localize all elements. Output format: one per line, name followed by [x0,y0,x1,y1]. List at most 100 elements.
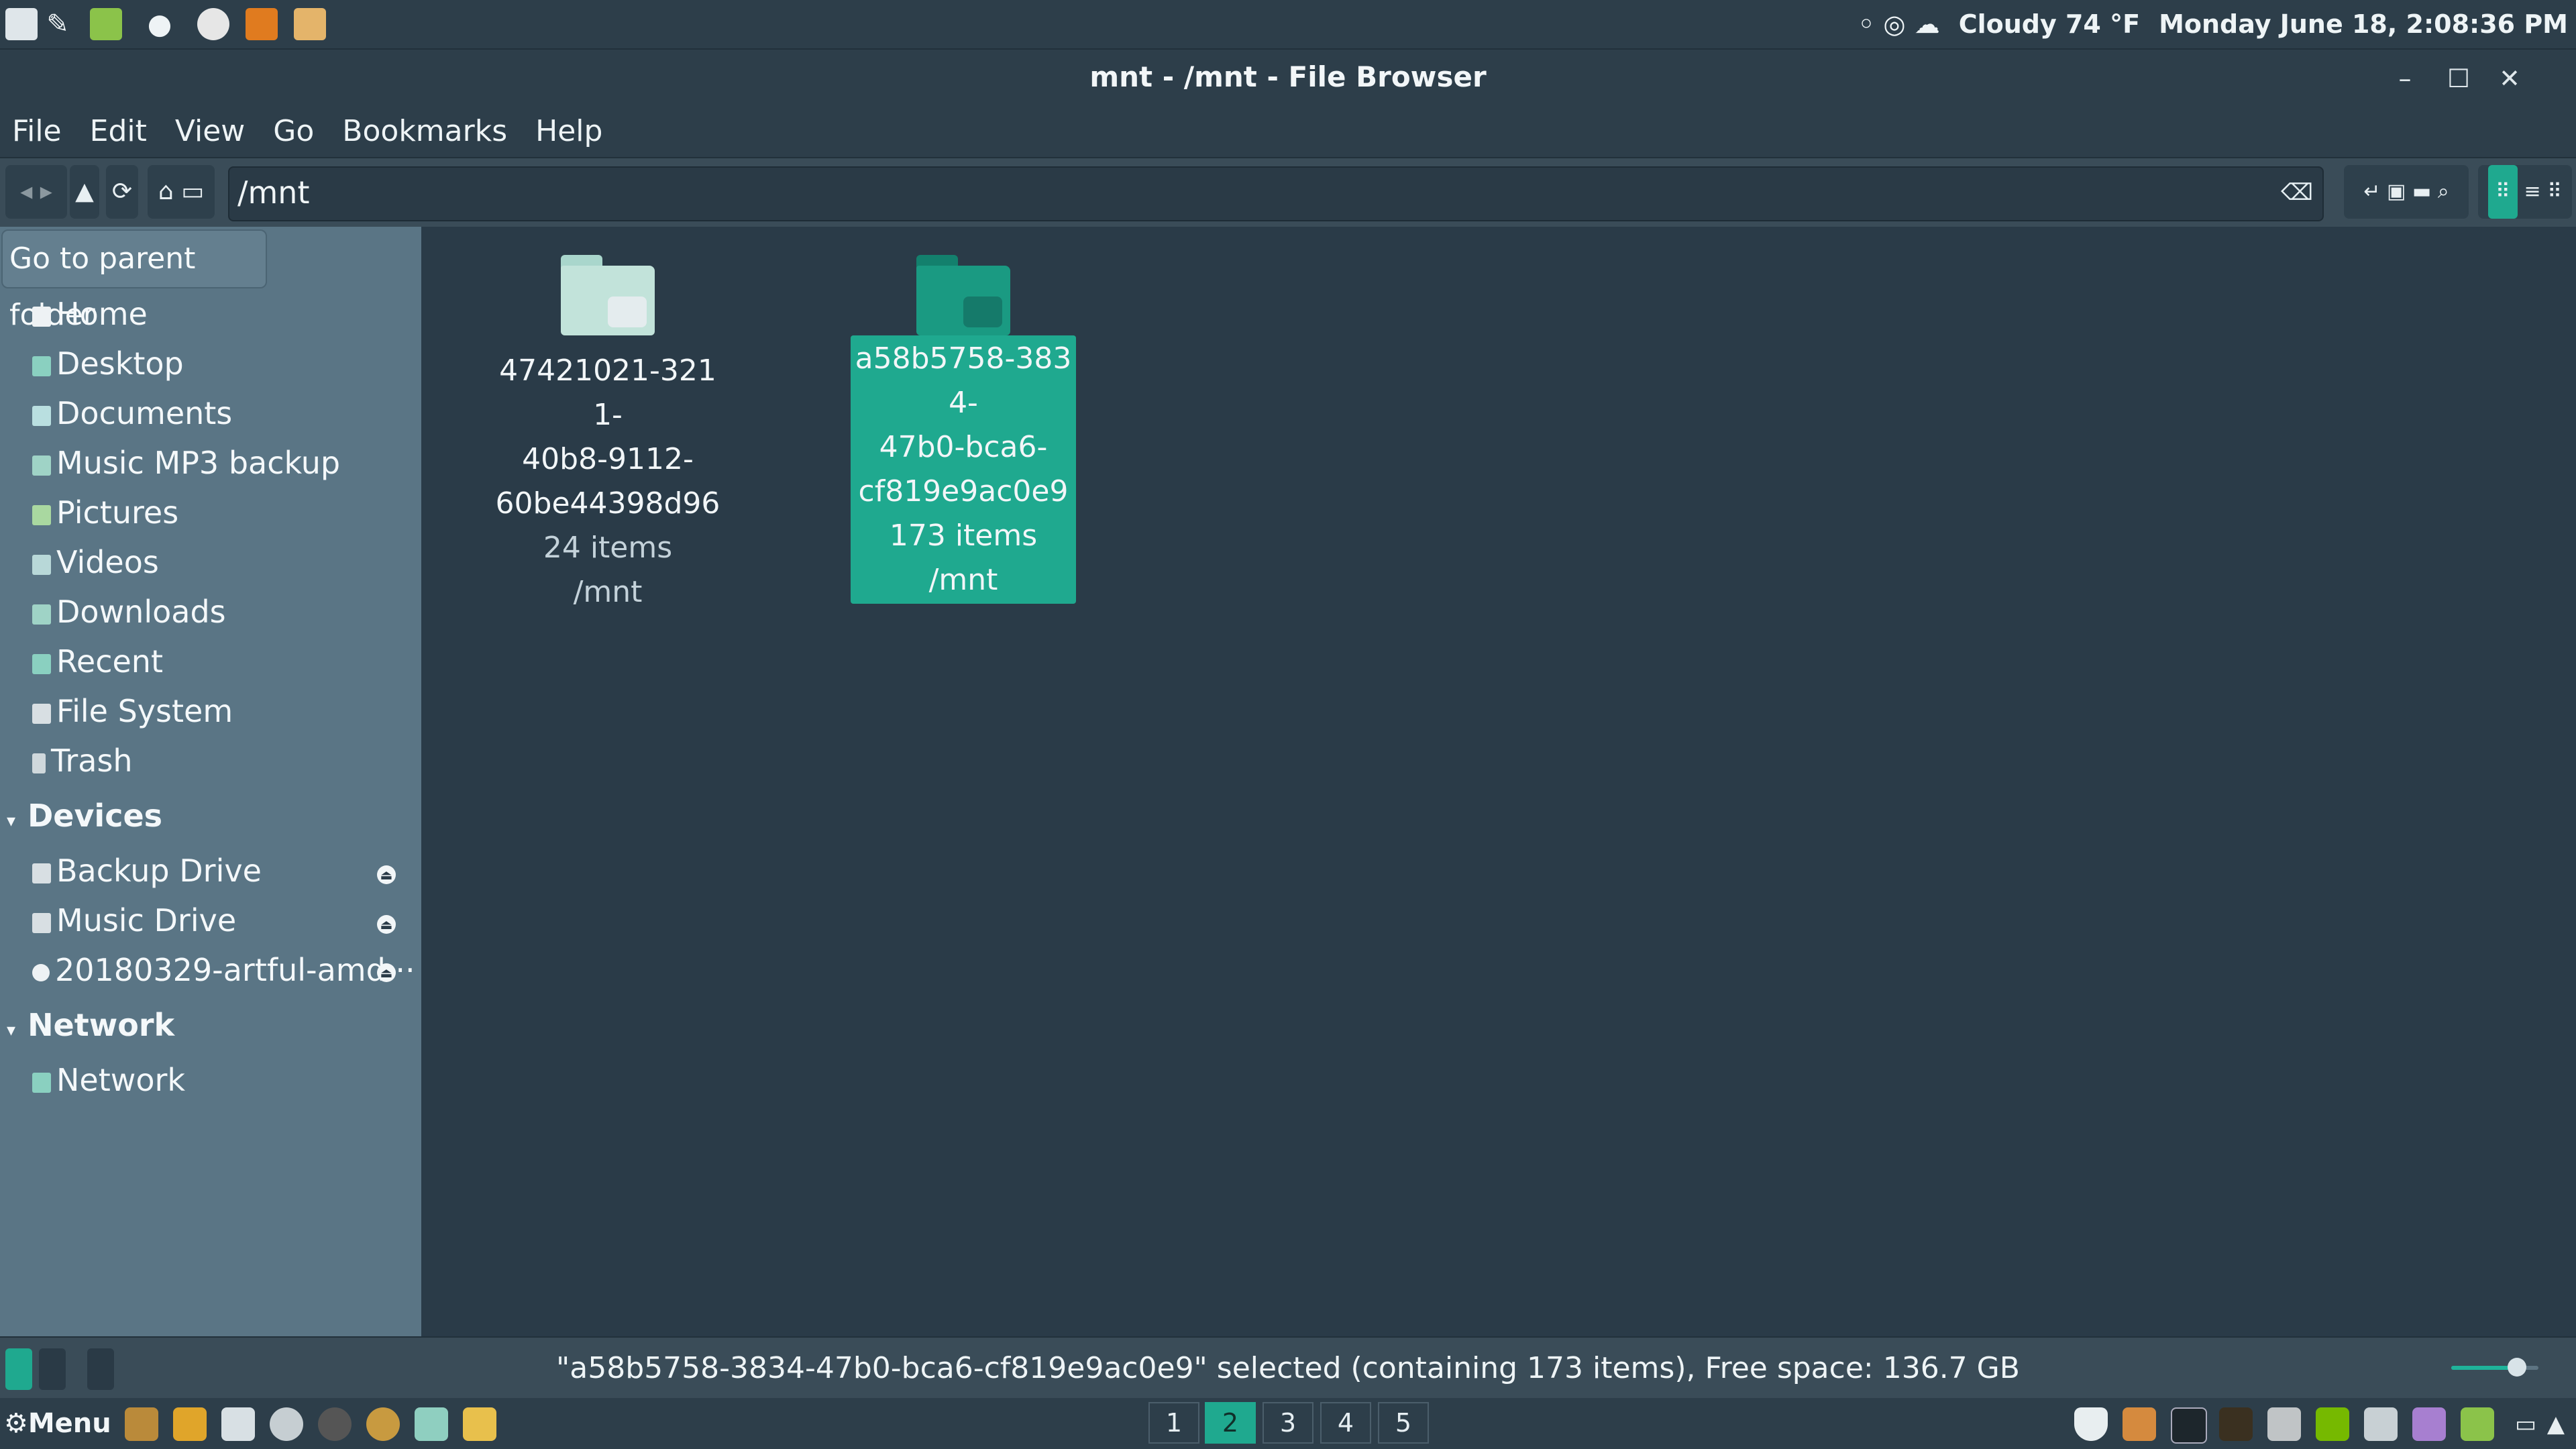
documents-folder-icon [32,405,51,426]
sidebar-item-documents[interactable]: Documents [32,389,232,437]
forward-icon[interactable]: ▸ [40,178,52,205]
close-icon[interactable]: ✕ [2493,62,2526,95]
screenshot-icon[interactable] [294,8,326,40]
clock[interactable]: Monday June 18, 2:08:36 PM [2159,9,2568,39]
sidebar-item-network[interactable]: Network [32,1056,185,1104]
menu-file[interactable]: File [12,114,62,148]
sidebar-item-label: Recent [56,643,163,680]
eject-icon[interactable]: ⏏ [377,963,396,982]
color-picker-icon[interactable] [2123,1407,2156,1441]
menu-edit[interactable]: Edit [90,114,147,148]
folder-drive-icon [916,255,1010,335]
chat-icon[interactable] [2461,1407,2494,1441]
network-icon [32,1072,51,1093]
disc-icon[interactable] [197,8,229,40]
menu-help[interactable]: Help [535,114,602,148]
workspace-2[interactable]: 2 [1205,1402,1256,1444]
sidebar-item-label: Videos [56,544,159,580]
pen-icon[interactable]: ✎ [42,8,74,40]
zoom-slider-handle[interactable] [2507,1358,2526,1377]
folder-name: a58b5758-3834- 47b0-bca6- cf819e9ac0e9 [855,341,1072,508]
sidebar-header-network[interactable]: ▾ Network [7,1000,174,1051]
workspace-4[interactable]: 4 [1320,1402,1371,1444]
clear-location-icon[interactable]: ⌫ [2281,177,2313,208]
tray-expand-icon[interactable]: ▲ [2542,1407,2569,1441]
app-menu-icon[interactable] [5,8,38,40]
terminal-icon[interactable]: ▣ [2387,180,2406,203]
maximize-icon[interactable]: ☐ [2442,62,2475,95]
new-folder-icon[interactable]: ▬ [2412,180,2431,203]
sidebar-item-trash[interactable]: Trash [32,737,133,785]
info-icon[interactable] [90,8,122,40]
sidebar-header-devices[interactable]: ▾ Devices [7,790,162,841]
menu-go[interactable]: Go [273,114,314,148]
tooltip: Go to parent folder [1,229,267,332]
screenshot-tool-icon[interactable] [221,1407,255,1441]
reload-icon[interactable]: ⟳ [106,165,138,219]
video-editor-icon[interactable] [125,1407,158,1441]
back-icon[interactable]: ◂ [20,178,32,205]
nvidia-icon[interactable] [2316,1407,2349,1441]
zoom-slider[interactable] [2451,1358,2538,1377]
folder-item[interactable]: 47421021-3211- 40b8-9112- 60be44398d96 2… [495,248,720,614]
sidebar-item-artful-disc[interactable]: 20180329-artful-amd··· [32,946,415,994]
up-icon[interactable]: ▲ [70,165,99,219]
workspace-1[interactable]: 1 [1148,1402,1199,1444]
breadcrumb-toggle-icon[interactable]: ↵ [2363,180,2380,203]
shield-icon[interactable] [2074,1407,2108,1441]
compact-view-icon[interactable]: ⠿ [2547,180,2562,203]
sidebar-item-home[interactable]: Home [32,290,148,338]
firefox-icon[interactable] [246,8,278,40]
menu-bookmarks[interactable]: Bookmarks [342,114,507,148]
title-bar[interactable]: mnt - /mnt - File Browser – ☐ ✕ [0,50,2576,105]
vlc-icon[interactable] [173,1407,207,1441]
home-icon[interactable]: ⌂ [158,178,174,205]
text-editor-icon[interactable] [463,1407,496,1441]
menu-button[interactable]: ⚙Menu [4,1405,111,1442]
file-manager-icon[interactable] [415,1407,448,1441]
eject-icon[interactable]: ⏏ [377,915,396,934]
sidebar-item-downloads[interactable]: Downloads [32,588,226,636]
folder-drive-icon [561,255,655,335]
workspace-3[interactable]: 3 [1263,1402,1313,1444]
settings-tray-icon[interactable] [2267,1407,2301,1441]
folder-item-selected[interactable]: a58b5758-3834- 47b0-bca6- cf819e9ac0e9 1… [851,248,1076,604]
sidebar-item-label: Pictures [56,494,179,531]
system-monitor-icon[interactable] [2219,1407,2253,1441]
network-header-label: Network [28,1007,175,1043]
sidebar-item-label: Trash [51,743,133,779]
sidebar-item-music-mp3-backup[interactable]: Music MP3 backup [32,439,340,487]
minimize-icon[interactable]: – [2388,62,2422,95]
terminal-tray-icon[interactable] [2171,1407,2207,1444]
sidebar-item-label: Home [56,296,148,332]
view-mode-group: ⠿ ≡ ⠿ [2478,165,2572,219]
display-icon[interactable]: ▭ [2509,1407,2542,1441]
sidebar-item-backup-drive[interactable]: Backup Drive [32,847,262,895]
sidebar-item-desktop[interactable]: Desktop [32,339,184,388]
sidebar-item-label: Desktop [56,345,184,382]
sidebar-item-file-system[interactable]: File System [32,687,233,735]
menu-view[interactable]: View [175,114,245,148]
location-input[interactable]: /mnt [237,174,310,211]
search-icon[interactable]: ⌕ [2438,180,2449,203]
folder-item-count: 173 items [889,519,1038,553]
sidebar-item-videos[interactable]: Videos [32,538,159,586]
user-icon[interactable]: ● [144,8,176,40]
browser-icon[interactable] [270,1407,303,1441]
thermometer-icon[interactable] [2412,1407,2446,1441]
disc-burner-icon[interactable] [366,1407,400,1441]
workspace-5[interactable]: 5 [1378,1402,1429,1444]
sidebar-item-recent[interactable]: Recent [32,637,163,686]
sidebar-item-pictures[interactable]: Pictures [32,488,178,537]
weather-text[interactable]: Cloudy 74 °F [1959,9,2140,39]
top-panel: ✎ ● ◦ ◎ ☁ Cloudy 74 °F Monday June 18, 2… [0,0,2576,50]
audio-player-icon[interactable] [318,1407,352,1441]
eject-icon[interactable]: ⏏ [377,865,396,884]
drive-tray-icon[interactable] [2364,1407,2398,1441]
computer-icon[interactable]: ▭ [181,178,204,205]
sidebar-item-music-drive[interactable]: Music Drive [32,896,236,945]
list-view-icon[interactable]: ≡ [2524,180,2540,203]
location-bar[interactable]: /mnt ⌫ [228,166,2324,221]
icon-view-icon[interactable]: ⠿ [2487,165,2518,219]
file-view[interactable] [421,227,2576,1336]
